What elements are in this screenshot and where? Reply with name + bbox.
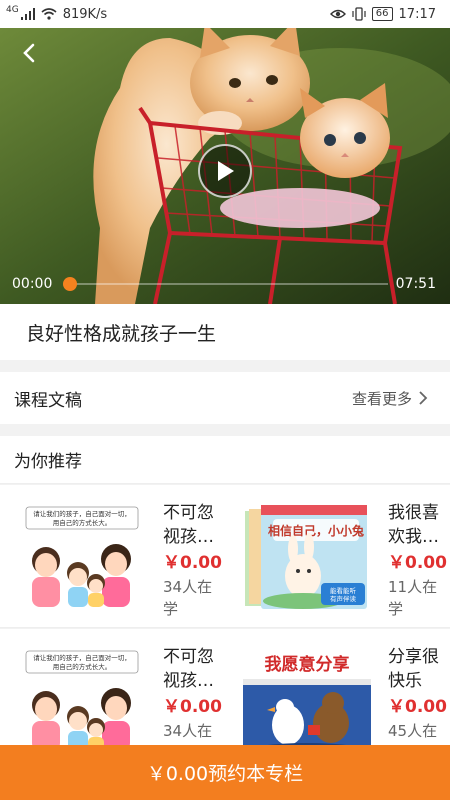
network-type: 4G	[6, 5, 19, 15]
network-speed: 819K/s	[62, 6, 108, 22]
course-title: 良好性格成就孩子一生	[26, 322, 217, 345]
svg-text:我愿意分享: 我愿意分享	[265, 654, 350, 675]
play-button[interactable]	[198, 144, 252, 198]
family-illustration-thumbnail: 请让我们的孩子，自己面对一切， 用自己的方式长大。	[18, 501, 146, 611]
reserve-column-button[interactable]: ￥0.00预约本专栏	[0, 745, 450, 800]
vibrate-icon	[352, 7, 366, 21]
item-price: ￥0.00	[388, 553, 447, 573]
play-icon	[218, 161, 234, 181]
reserve-button-label: ￥0.00预约本专栏	[146, 763, 304, 785]
see-more-label: 查看更多	[351, 389, 412, 408]
progress-knob[interactable]	[63, 277, 77, 291]
status-time: 17:17	[398, 6, 436, 22]
book-cover-thumbnail: 相信自己，小小兔 能看能听 有声伴读	[243, 501, 371, 611]
item-name: 不可忽视孩…	[163, 647, 214, 691]
recommend-header: 为你推荐	[0, 436, 450, 484]
current-time: 00:00	[12, 276, 53, 292]
chevron-right-icon	[419, 391, 428, 405]
back-button[interactable]	[14, 38, 44, 68]
transcript-row[interactable]: 课程文稿 查看更多	[0, 372, 450, 424]
transcript-label: 课程文稿	[14, 390, 82, 411]
recommend-card[interactable]: 请让我们的孩子，自己面对一切， 用自己的方式长大。 不可忽视孩… ￥0.00 3…	[0, 485, 225, 628]
recommend-row: 请让我们的孩子，自己面对一切， 用自己的方式长大。 不可忽视孩… ￥0.00 3…	[0, 485, 450, 628]
chevron-left-icon	[23, 43, 35, 63]
svg-text:用自己的方式长大。: 用自己的方式长大。	[53, 518, 112, 527]
item-price: ￥0.00	[163, 697, 222, 717]
item-name: 不可忽视孩…	[163, 503, 214, 547]
item-price: ￥0.00	[388, 697, 447, 717]
svg-text:请让我们的孩子，自己面对一切，: 请让我们的孩子，自己面对一切，	[33, 653, 131, 662]
course-title-section: 良好性格成就孩子一生	[0, 304, 450, 360]
wifi-icon	[41, 8, 57, 20]
video-player[interactable]: 00:00 07:51	[0, 28, 450, 304]
svg-text:请让我们的孩子，自己面对一切，: 请让我们的孩子，自己面对一切，	[33, 509, 131, 518]
see-more-link[interactable]: 查看更多	[352, 388, 428, 409]
battery-icon: 66	[371, 7, 393, 21]
signal-icon	[20, 8, 35, 20]
svg-text:相信自己，小小兔: 相信自己，小小兔	[268, 523, 364, 538]
item-name: 我很喜欢我…	[388, 503, 439, 547]
recommend-card[interactable]: 相信自己，小小兔 能看能听 有声伴读 我很喜欢我… ￥0.00 11人在学	[225, 485, 450, 628]
recommend-title: 为你推荐	[14, 452, 82, 472]
item-name: 分享很快乐	[388, 647, 439, 691]
progress-bar[interactable]	[63, 277, 388, 291]
eye-icon	[329, 9, 346, 19]
item-learners: 34人在学	[163, 578, 213, 618]
book-cover-thumbnail: 我愿意分享	[243, 645, 371, 755]
item-price: ￥0.00	[163, 553, 222, 573]
item-learners: 11人在学	[388, 578, 438, 618]
status-bar: 4G 819K/s 66 17:17	[0, 0, 450, 28]
family-illustration-thumbnail: 请让我们的孩子，自己面对一切， 用自己的方式长大。	[18, 645, 146, 755]
svg-text:有声伴读: 有声伴读	[330, 594, 357, 603]
total-time: 07:51	[395, 276, 436, 292]
svg-text:用自己的方式长大。: 用自己的方式长大。	[53, 662, 112, 671]
svg-text:能看能听: 能看能听	[330, 586, 357, 595]
